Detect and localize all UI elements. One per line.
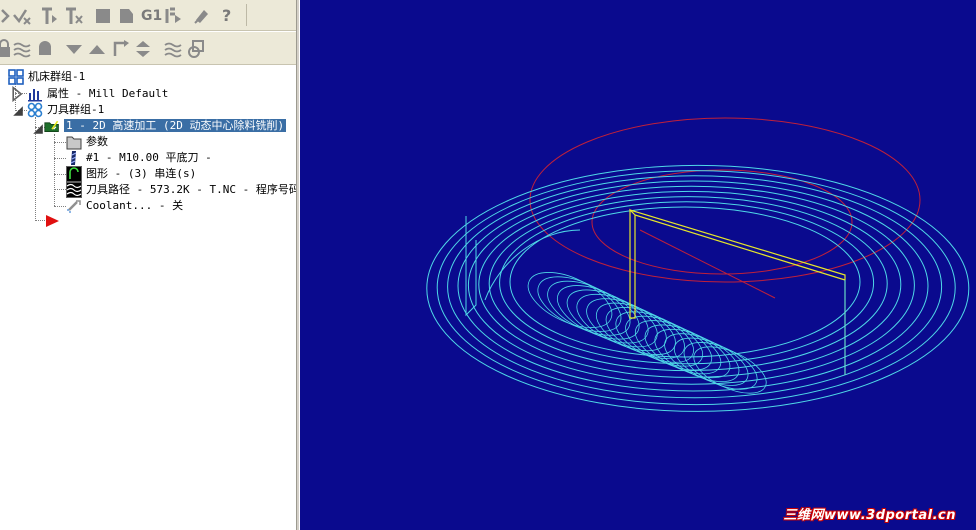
tree-node-operation[interactable]: 1 - 2D 高速加工 (2D 动态中心除料铣削): [44, 118, 287, 134]
tree-connector: [54, 174, 66, 175]
stop-icon[interactable]: [93, 6, 113, 26]
trochoidal-loop: [527, 272, 613, 328]
parameters-folder-icon: [66, 134, 82, 150]
tree-node-tool[interactable]: #1 - M10.00 平底刀 -: [66, 150, 214, 166]
backplot-icon[interactable]: [116, 6, 136, 26]
wavy-icon[interactable]: [163, 39, 183, 59]
stock-boundary-inner: [591, 169, 853, 275]
geometry-icon: [66, 166, 82, 182]
tree-node-machine-group[interactable]: 机床群组-1: [8, 69, 87, 85]
machine-group-icon: [8, 69, 24, 85]
toolpath-icon: [66, 182, 82, 198]
tree-node-toolpath-group[interactable]: 刀具群组-1: [27, 102, 106, 118]
tree-connector: [54, 206, 66, 207]
collapse-arrow-icon[interactable]: [10, 103, 23, 116]
diagonal-chain: [639, 229, 776, 299]
finishing-loop: [467, 185, 915, 385]
graphics-viewport[interactable]: 三维网www.3dportal.cn: [300, 0, 976, 530]
operation-folder-icon: [44, 118, 64, 134]
trochoidal-loop: [557, 285, 640, 340]
trochoidal-loop: [634, 320, 713, 371]
insert-arrow-icon[interactable]: [111, 39, 131, 59]
insert-position-arrow-icon[interactable]: [44, 213, 60, 229]
collapse-arrow-icon[interactable]: [30, 121, 43, 134]
watermark-text: 三维网www.3dportal.cn: [783, 508, 956, 523]
wave-icon[interactable]: [12, 39, 32, 59]
operations-manager-panel: G1 ? 机床群组-1 属性 - Mill Default 刀具群组-1 1 -…: [0, 0, 296, 530]
g1-icon[interactable]: G1: [141, 6, 162, 26]
move-up-icon[interactable]: [87, 39, 107, 59]
tree-node-toolpath[interactable]: 刀具路径 - 573.2K - T.NC - 程序号码: [66, 182, 296, 198]
finishing-loop: [478, 190, 902, 378]
regen-toolpath-icon[interactable]: [40, 6, 60, 26]
finishing-loop: [436, 170, 956, 406]
properties-icon: [27, 86, 43, 102]
part-wall-left: [629, 208, 636, 319]
help-icon[interactable]: ?: [222, 6, 231, 26]
tree-connector: [54, 134, 55, 206]
properties-label: 属性 - Mill Default: [47, 87, 169, 100]
toolpath-group-icon: [27, 102, 43, 118]
tree-node-geometry[interactable]: 图形 - (3) 串连(s): [66, 166, 198, 182]
coolant-icon: [66, 198, 82, 214]
toolbar-separator: [246, 4, 247, 26]
toolpath-group-label: 刀具群组-1: [47, 103, 105, 116]
tree-connector: [54, 189, 66, 190]
stock-boundary-outer: [529, 117, 921, 283]
geometry-label: 图形 - (3) 串连(s): [86, 167, 197, 180]
part-top-edge: [629, 209, 846, 375]
operations-toolbar-second: [0, 32, 296, 65]
machine-group-label: 机床群组-1: [28, 70, 86, 83]
highspeed-icon[interactable]: [192, 6, 212, 26]
toolpath-scene: [426, 117, 970, 412]
expand-arrow-icon[interactable]: [10, 86, 23, 102]
finishing-loop: [488, 196, 888, 372]
parameters-label: 参数: [86, 135, 108, 148]
coolant-label: Coolant... - 关: [86, 199, 184, 212]
tree-node-properties[interactable]: 属性 - Mill Default: [27, 86, 170, 102]
shapes-icon[interactable]: [186, 39, 206, 59]
endmill-icon: [66, 150, 82, 166]
finishing-loop: [457, 180, 929, 392]
expand-icon[interactable]: [133, 39, 153, 59]
tool-label: #1 - M10.00 平底刀 -: [86, 151, 212, 164]
operation-label: 1 - 2D 高速加工 (2D 动态中心除料铣削): [64, 119, 287, 132]
toolpath-label: 刀具路径 - 573.2K - T.NC - 程序号码: [86, 183, 296, 196]
move-down-icon[interactable]: [64, 39, 84, 59]
operations-tree: 机床群组-1 属性 - Mill Default 刀具群组-1 1 - 2D 高…: [0, 66, 296, 530]
trochoidal-loop: [537, 276, 622, 332]
trochoidal-loop: [693, 346, 767, 394]
tree-node-coolant[interactable]: Coolant... - 关: [66, 198, 185, 214]
tree-node-parameters[interactable]: 参数: [66, 134, 110, 150]
trochoidal-loop: [547, 280, 631, 336]
operations-toolbar-top: G1 ?: [0, 0, 296, 31]
tree-connector: [54, 142, 66, 143]
check-arrow-icon[interactable]: [12, 6, 32, 26]
bell-icon[interactable]: [35, 39, 55, 59]
trochoidal-loop: [644, 324, 722, 375]
post-icon[interactable]: [164, 6, 184, 26]
ramp-path: [484, 229, 581, 301]
regen-dirty-icon[interactable]: [64, 6, 84, 26]
tree-connector: [54, 158, 66, 159]
